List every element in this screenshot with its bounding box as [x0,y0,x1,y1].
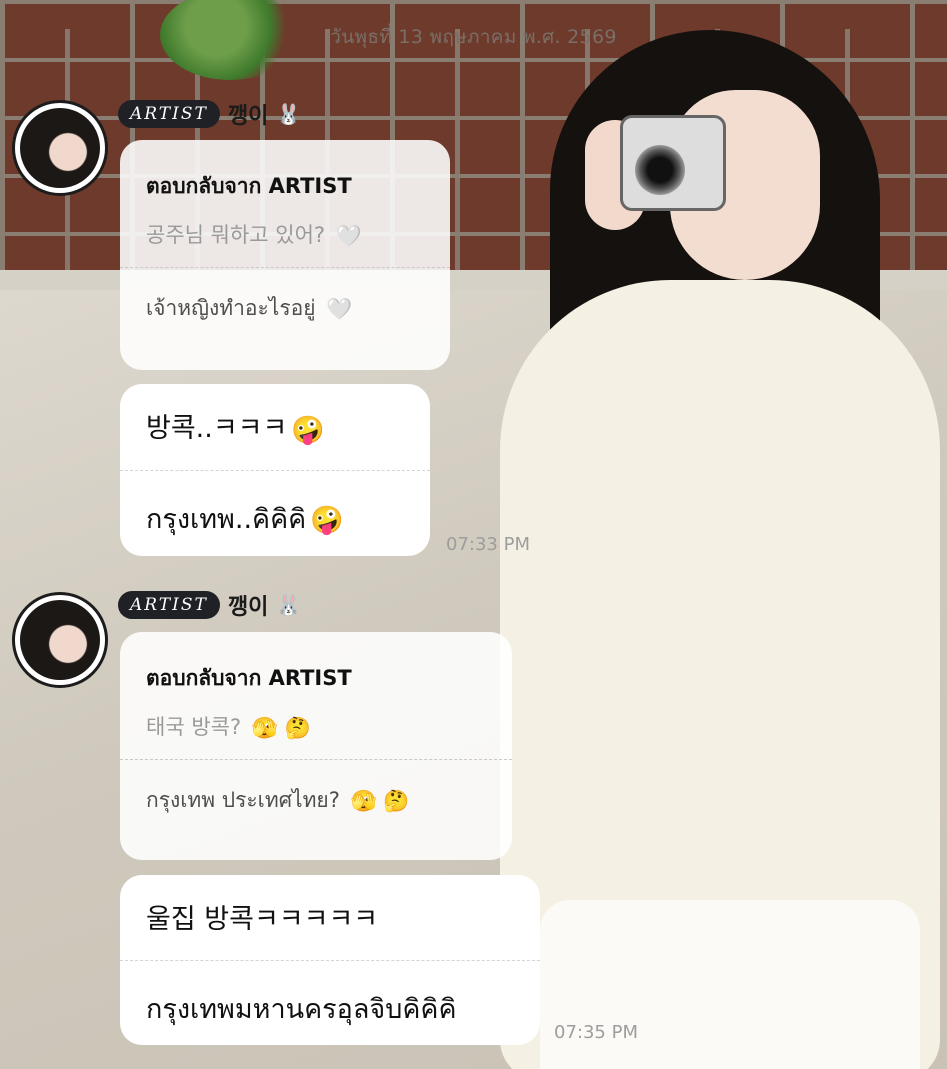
artist-badge: ARTIST [118,100,220,128]
message-bubble[interactable]: 울집 방콕ㅋㅋㅋㅋㅋ กรุงเทพมหานครอุลจิบคิคิคิ [120,875,540,1045]
reply-heading: ตอบกลับจาก ARTIST [146,666,352,690]
message-original-text: 울집 방콕ㅋㅋㅋㅋㅋ [146,904,379,935]
sender-row: ARTIST 깽이 🐰 [118,589,301,621]
message-original-text: 방콕..ㅋㅋㅋ 🤪 [146,413,325,446]
zany-face-icon: 🤪 [310,505,344,536]
message-translation-text: กรุงเทพมหานครอุลจิบคิคิคิ [146,994,457,1025]
quoted-translation-text: เจ้าหญิงทำอะไรอยู่ 🤍 [146,296,353,321]
quoted-reply-bubble[interactable]: ตอบกลับจาก ARTIST 공주님 뭐하고 있어? 🤍 เจ้าหญิง… [120,140,450,370]
zany-face-icon: 🤪 [291,414,325,446]
message-translation-text: กรุงเทพ..คิคิคิ 🤪 [146,503,344,537]
date-header: วันพุธที่ 13 พฤษภาคม พ.ศ. 2569 [330,26,617,48]
avatar[interactable] [12,592,108,688]
quoted-reply-bubble[interactable]: ตอบกลับจาก ARTIST 태국 방콕? 🫣 🤔 กรุงเทพ ประ… [120,632,512,860]
sender-row: ARTIST 깽이 🐰 [118,98,301,130]
camera-lens [635,145,685,195]
artist-badge: ARTIST [118,591,220,619]
message-time: 07:35 PM [554,1022,638,1043]
white-heart-icon: 🤍 [326,296,353,321]
bunny-emoji-icon: 🐰 [276,102,302,126]
avatar[interactable] [12,100,108,196]
quoted-original-text: 공주님 뭐하고 있어? 🤍 [146,223,362,248]
white-heart-icon: 🤍 [335,223,362,248]
bunny-emoji-icon: 🐰 [276,593,302,617]
avatar-image [20,600,100,680]
sender-name: 깽이 [227,104,269,129]
sender-name: 깽이 [227,595,269,620]
message-time: 07:33 PM [446,534,530,555]
skirt [540,900,920,1069]
reply-heading: ตอบกลับจาก ARTIST [146,174,352,198]
avatar-image [20,108,100,188]
peeking-thinking-emoji-icon: 🫣 🤔 [251,715,311,740]
quoted-original-text: 태국 방콕? 🫣 🤔 [146,715,311,740]
quoted-translation-text: กรุงเทพ ประเทศไทย? 🫣 🤔 [146,788,410,813]
peeking-thinking-emoji-icon: 🫣 🤔 [350,788,410,813]
artist-photo [470,20,947,1069]
message-bubble[interactable]: 방콕..ㅋㅋㅋ 🤪 กรุงเทพ..คิคิคิ 🤪 [120,384,430,556]
